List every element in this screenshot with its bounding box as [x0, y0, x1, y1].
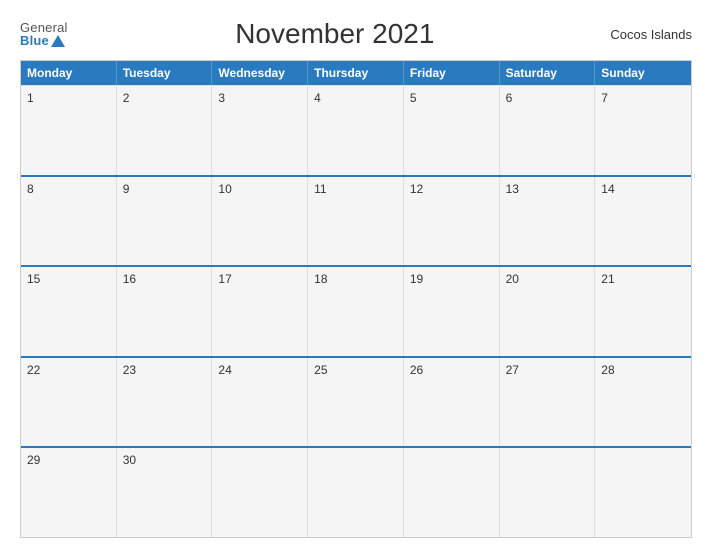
day-number: 30 — [123, 453, 136, 467]
calendar-cell — [595, 448, 691, 537]
calendar-header: MondayTuesdayWednesdayThursdayFridaySatu… — [21, 61, 691, 85]
calendar-week: 15 16 17 18 19 20 21 — [21, 265, 691, 356]
day-number: 22 — [27, 363, 40, 377]
calendar-cell: 25 — [308, 358, 404, 447]
calendar: MondayTuesdayWednesdayThursdayFridaySatu… — [20, 60, 692, 538]
calendar-cell: 9 — [117, 177, 213, 266]
calendar-cell: 1 — [21, 86, 117, 175]
calendar-header-cell: Thursday — [308, 61, 404, 85]
calendar-week: 1 2 3 4 5 6 7 — [21, 85, 691, 175]
calendar-cell: 21 — [595, 267, 691, 356]
calendar-header-cell: Tuesday — [117, 61, 213, 85]
calendar-cell: 11 — [308, 177, 404, 266]
logo: General Blue — [20, 21, 68, 47]
day-number: 6 — [506, 91, 513, 105]
day-number: 26 — [410, 363, 423, 377]
calendar-cell: 26 — [404, 358, 500, 447]
day-number: 28 — [601, 363, 614, 377]
calendar-header-cell: Friday — [404, 61, 500, 85]
day-number: 4 — [314, 91, 321, 105]
calendar-cell: 10 — [212, 177, 308, 266]
day-number: 21 — [601, 272, 614, 286]
calendar-cell: 24 — [212, 358, 308, 447]
calendar-header-cell: Saturday — [500, 61, 596, 85]
calendar-cell: 23 — [117, 358, 213, 447]
calendar-cell — [500, 448, 596, 537]
day-number: 10 — [218, 182, 231, 196]
calendar-cell: 28 — [595, 358, 691, 447]
calendar-body: 1234567891011121314151617181920212223242… — [21, 85, 691, 537]
day-number: 8 — [27, 182, 34, 196]
calendar-cell: 16 — [117, 267, 213, 356]
page-title: November 2021 — [68, 18, 602, 50]
day-number: 27 — [506, 363, 519, 377]
day-number: 14 — [601, 182, 614, 196]
day-number: 11 — [314, 182, 326, 196]
calendar-header-cell: Sunday — [595, 61, 691, 85]
day-number: 23 — [123, 363, 136, 377]
header: General Blue November 2021 Cocos Islands — [20, 18, 692, 50]
logo-blue-text: Blue — [20, 34, 65, 47]
day-number: 20 — [506, 272, 519, 286]
day-number: 1 — [27, 91, 34, 105]
day-number: 17 — [218, 272, 231, 286]
calendar-cell — [212, 448, 308, 537]
day-number: 24 — [218, 363, 231, 377]
page: General Blue November 2021 Cocos Islands… — [0, 0, 712, 550]
region-label: Cocos Islands — [602, 27, 692, 42]
logo-triangle-icon — [51, 35, 65, 47]
day-number: 29 — [27, 453, 40, 467]
calendar-cell: 22 — [21, 358, 117, 447]
calendar-week: 29 30 — [21, 446, 691, 537]
calendar-week: 8 9 10 11 12 13 14 — [21, 175, 691, 266]
calendar-cell: 12 — [404, 177, 500, 266]
day-number: 18 — [314, 272, 327, 286]
calendar-cell: 18 — [308, 267, 404, 356]
calendar-cell: 4 — [308, 86, 404, 175]
day-number: 25 — [314, 363, 327, 377]
day-number: 15 — [27, 272, 40, 286]
day-number: 9 — [123, 182, 130, 196]
calendar-cell: 8 — [21, 177, 117, 266]
calendar-week: 22 23 24 25 26 27 28 — [21, 356, 691, 447]
day-number: 13 — [506, 182, 519, 196]
calendar-cell: 3 — [212, 86, 308, 175]
day-number: 16 — [123, 272, 136, 286]
calendar-cell: 13 — [500, 177, 596, 266]
calendar-cell: 7 — [595, 86, 691, 175]
calendar-cell: 2 — [117, 86, 213, 175]
calendar-header-cell: Wednesday — [212, 61, 308, 85]
day-number: 5 — [410, 91, 417, 105]
day-number: 3 — [218, 91, 225, 105]
calendar-cell — [308, 448, 404, 537]
day-number: 12 — [410, 182, 423, 196]
day-number: 2 — [123, 91, 130, 105]
day-number: 7 — [601, 91, 608, 105]
calendar-cell: 27 — [500, 358, 596, 447]
calendar-cell: 14 — [595, 177, 691, 266]
calendar-cell: 20 — [500, 267, 596, 356]
calendar-cell: 6 — [500, 86, 596, 175]
calendar-cell — [404, 448, 500, 537]
calendar-cell: 29 — [21, 448, 117, 537]
calendar-cell: 15 — [21, 267, 117, 356]
calendar-cell: 30 — [117, 448, 213, 537]
day-number: 19 — [410, 272, 423, 286]
calendar-header-cell: Monday — [21, 61, 117, 85]
calendar-cell: 17 — [212, 267, 308, 356]
calendar-cell: 5 — [404, 86, 500, 175]
calendar-cell: 19 — [404, 267, 500, 356]
